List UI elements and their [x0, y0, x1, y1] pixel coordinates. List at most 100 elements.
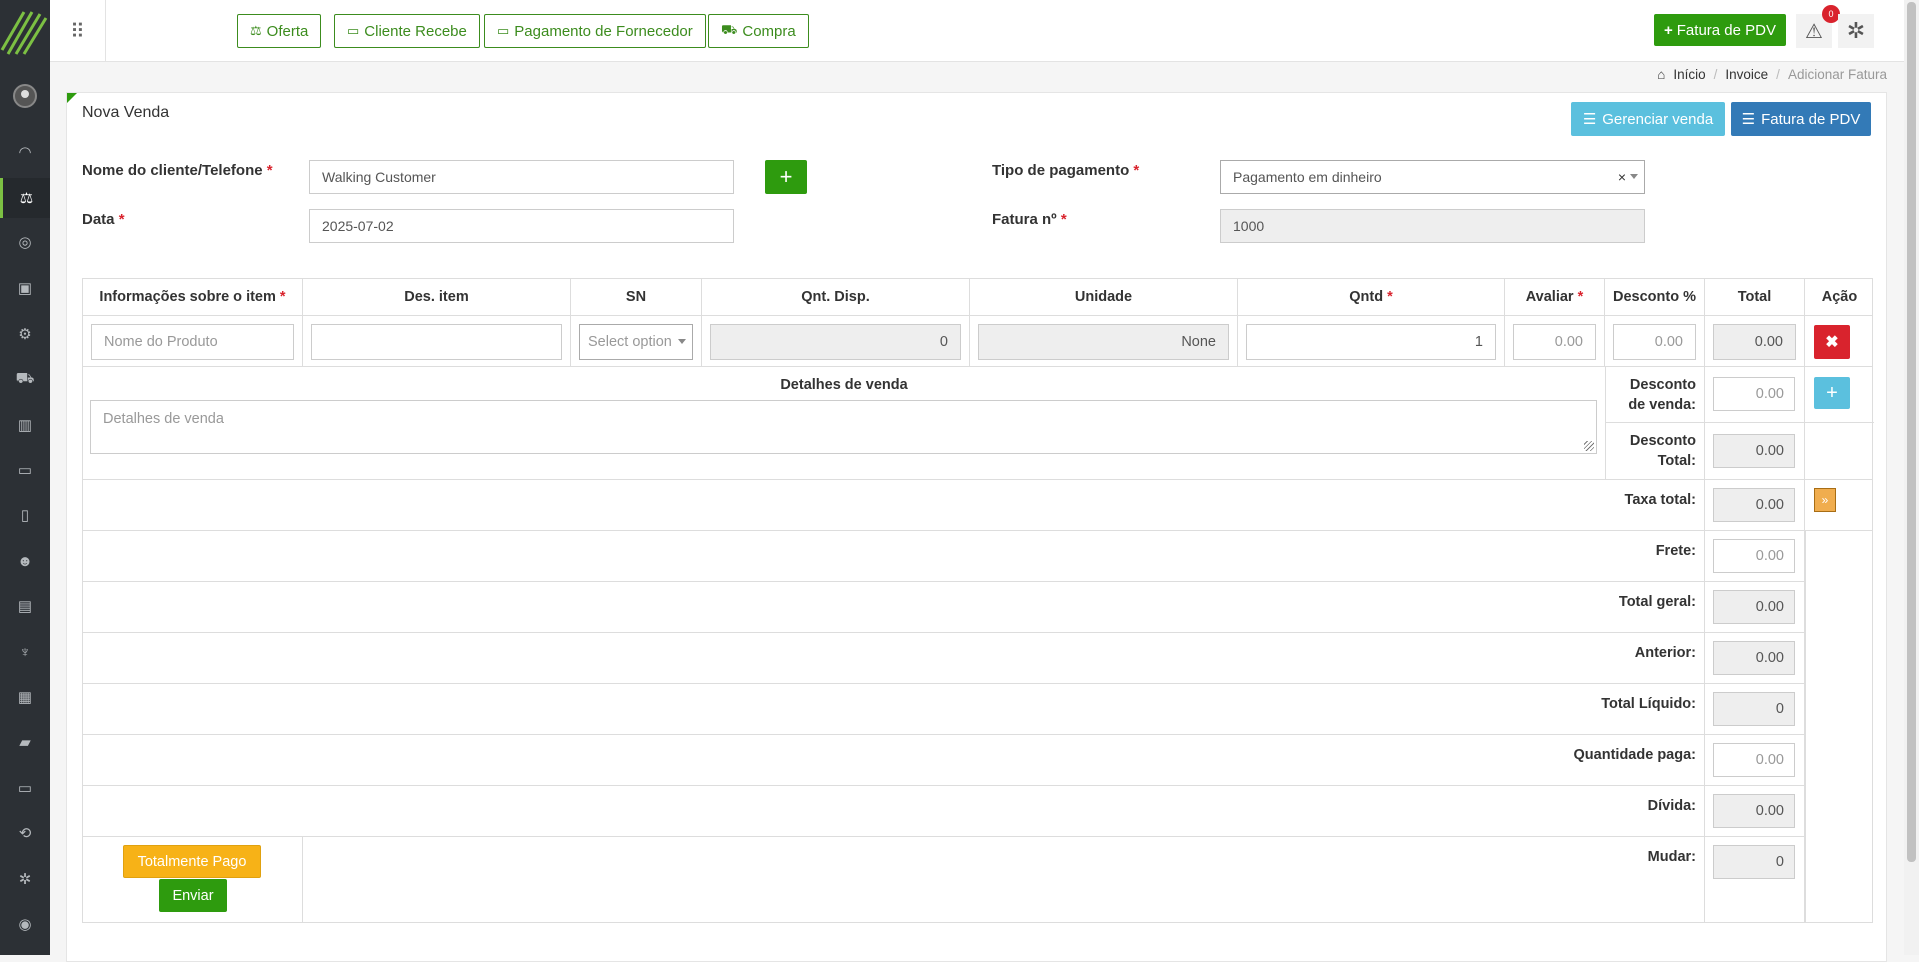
- change-label-cell: Mudar:: [303, 837, 1705, 923]
- breadcrumb-invoice[interactable]: Invoice: [1725, 67, 1768, 82]
- scrollbar-thumb[interactable]: [1907, 2, 1916, 862]
- customers-icon[interactable]: ◎: [0, 222, 50, 262]
- date-input[interactable]: 2025-07-02: [309, 209, 734, 243]
- change-input-cell: 0: [1705, 837, 1805, 923]
- submit-button[interactable]: Enviar: [159, 879, 227, 912]
- customer-input[interactable]: Walking Customer: [309, 160, 734, 194]
- freight-input-cell: 0.00: [1705, 531, 1805, 581]
- user-avatar[interactable]: [13, 84, 37, 108]
- net-total-input-cell: 0: [1705, 684, 1805, 734]
- apps-grid-icon[interactable]: ▦: [0, 677, 50, 717]
- table-header-row: Informações sobre o item * Des. item SN …: [83, 279, 1872, 316]
- unit-input[interactable]: None: [978, 324, 1229, 360]
- header-unit: Unidade: [970, 279, 1238, 315]
- previous-label-cell: Anterior:: [83, 633, 1705, 683]
- tax-input[interactable]: 0.00: [1713, 488, 1795, 522]
- paid-amount-label-cell: Quantidade paga:: [83, 735, 1705, 785]
- sale-balance-icon[interactable]: ⚖: [0, 178, 50, 218]
- app-logo[interactable]: [0, 0, 50, 62]
- total-cell: 0.00: [1705, 316, 1805, 366]
- due-input[interactable]: 0.00: [1713, 794, 1795, 828]
- chrome-icon[interactable]: ◉: [0, 904, 50, 944]
- header-discount: Desconto %: [1605, 279, 1705, 315]
- tax-details-toggle[interactable]: »: [1814, 488, 1836, 512]
- rate-input[interactable]: 0.00: [1513, 324, 1596, 360]
- add-discount-button[interactable]: +: [1814, 377, 1850, 409]
- money-icon[interactable]: ▭: [0, 768, 50, 808]
- net-total-row: Total Líquido: 0: [83, 684, 1805, 735]
- balance-scale-icon: ⚖: [250, 23, 262, 38]
- product-name-input[interactable]: Nome do Produto: [91, 324, 294, 360]
- previous-input-cell: 0.00: [1705, 633, 1805, 683]
- discount-input[interactable]: 0.00: [1613, 324, 1696, 360]
- dashboard-icon[interactable]: ◠: [0, 132, 50, 172]
- change-input[interactable]: 0: [1713, 845, 1795, 879]
- settings-gear-icon[interactable]: ✲: [0, 859, 50, 899]
- tax-row: Taxa total: 0.00 »: [83, 480, 1872, 531]
- list-icon: ☰: [1741, 111, 1756, 128]
- breadcrumb-separator: /: [1713, 67, 1718, 82]
- freight-label: Frete:: [1655, 543, 1696, 559]
- sync-icon[interactable]: ⟲: [0, 813, 50, 853]
- change-label: Mudar:: [1647, 849, 1696, 865]
- grand-total-label-cell: Total geral:: [83, 582, 1705, 632]
- pos-invoice-panel-button[interactable]: ☰ Fatura de PDV: [1731, 102, 1871, 136]
- supplier-payment-button[interactable]: ▭ Pagamento de Fornecedor: [484, 14, 706, 48]
- paid-amount-input-cell: 0.00: [1705, 735, 1805, 785]
- product-icon[interactable]: ▣: [0, 268, 50, 308]
- header-available-qty: Qnt. Disp.: [702, 279, 970, 315]
- sale-details-label: Detalhes de venda: [780, 377, 908, 393]
- plus-icon: +: [779, 164, 793, 189]
- resize-handle[interactable]: [1584, 441, 1594, 451]
- cash-icon[interactable]: ▭: [0, 450, 50, 490]
- apps-menu-icon[interactable]: ⠿: [50, 0, 106, 62]
- item-desc-input[interactable]: [311, 324, 562, 360]
- sale-discount-label: Desconto de venda:: [1628, 377, 1696, 413]
- invoice-number-input[interactable]: 1000: [1220, 209, 1645, 243]
- users-icon[interactable]: ☻: [0, 541, 50, 581]
- sn-select[interactable]: Select option: [579, 324, 693, 360]
- net-total-input[interactable]: 0: [1713, 692, 1795, 726]
- sale-details-textarea[interactable]: Detalhes de venda: [90, 400, 1597, 454]
- sale-discount-input[interactable]: 0.00: [1713, 377, 1795, 411]
- freight-row: Frete: 0.00: [83, 531, 1805, 582]
- offer-button[interactable]: ⚖ Oferta: [237, 14, 322, 48]
- ledger-book-icon[interactable]: ▯: [0, 495, 50, 535]
- add-customer-button[interactable]: +: [765, 160, 807, 194]
- total-discount-input[interactable]: 0.00: [1713, 434, 1795, 468]
- delete-row-button[interactable]: ✖: [1814, 325, 1850, 359]
- report-chart-icon[interactable]: ▥: [0, 405, 50, 445]
- stock-icon[interactable]: ⚙: [0, 314, 50, 354]
- payment-type-select[interactable]: Pagamento em dinheiro ×: [1220, 160, 1645, 194]
- page-scrollbar[interactable]: [1904, 0, 1919, 955]
- paid-amount-label: Quantidade paga:: [1573, 747, 1696, 763]
- details-row: Detalhes de venda Detalhes de venda Desc…: [83, 367, 1874, 480]
- purchase-cart-icon[interactable]: ⛟: [0, 359, 50, 399]
- breadcrumb-separator: /: [1776, 67, 1780, 82]
- purchase-button[interactable]: ⛟ Compra: [708, 14, 809, 48]
- previous-input[interactable]: 0.00: [1713, 641, 1795, 675]
- settings-gear-icon[interactable]: ✲: [1838, 14, 1874, 48]
- supplier-payment-label: Pagamento de Fornecedor: [514, 22, 693, 40]
- full-paid-button[interactable]: Totalmente Pago: [123, 845, 261, 878]
- details-cell: Detalhes de venda Detalhes de venda: [83, 367, 1606, 479]
- qty-input[interactable]: 1: [1246, 324, 1496, 360]
- paid-amount-row: Quantidade paga: 0.00: [83, 735, 1805, 786]
- grand-total-input[interactable]: 0.00: [1713, 590, 1795, 624]
- manage-sale-button[interactable]: ☰ Gerenciar venda: [1571, 102, 1725, 136]
- net-total-label-cell: Total Líquido:: [83, 684, 1705, 734]
- pos-invoice-button[interactable]: + Fatura de PDV: [1654, 14, 1786, 46]
- notes-book-icon[interactable]: ▰: [0, 722, 50, 762]
- clear-selection-icon[interactable]: ×: [1618, 169, 1626, 185]
- customer-receive-button[interactable]: ▭ Cliente Recebe: [334, 14, 480, 48]
- row-total-input[interactable]: 0.00: [1713, 324, 1796, 360]
- paid-amount-input[interactable]: 0.00: [1713, 743, 1795, 777]
- freight-input[interactable]: 0.00: [1713, 539, 1795, 573]
- breadcrumb-home[interactable]: Início: [1673, 67, 1705, 82]
- available-qty-input[interactable]: 0: [710, 324, 961, 360]
- handshake-icon[interactable]: ♆: [0, 632, 50, 672]
- page-title: Nova Venda: [82, 104, 170, 121]
- double-chevron-down-icon: »: [1821, 493, 1829, 507]
- briefcase-icon[interactable]: ▤: [0, 586, 50, 626]
- header-item-info: Informações sobre o item *: [83, 279, 303, 315]
